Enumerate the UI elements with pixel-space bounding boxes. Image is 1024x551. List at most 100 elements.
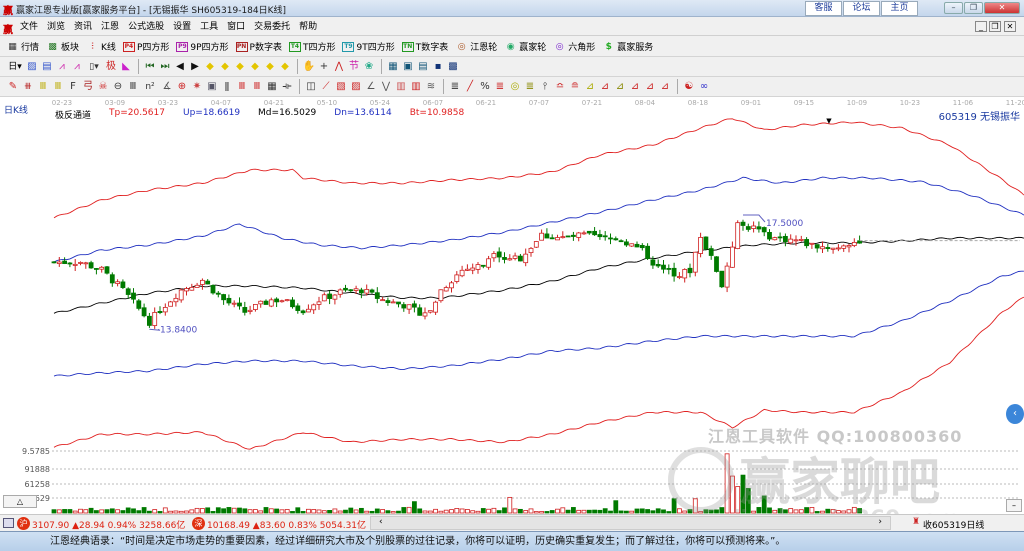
angle-button[interactable]: ∡: [160, 80, 174, 94]
hand-button[interactable]: ✋: [302, 60, 316, 74]
target-button[interactable]: ⊕: [175, 80, 189, 94]
mdi-minimize-button[interactable]: _: [975, 21, 987, 32]
menu-item[interactable]: 窗口: [227, 22, 245, 32]
dollar-button[interactable]: $ 赢家服务: [602, 40, 654, 54]
extreme-channel-button[interactable]: 极: [104, 60, 118, 74]
p9-button[interactable]: P9 9P四方形: [176, 40, 229, 53]
tool-j-button[interactable]: ⊿: [613, 80, 627, 94]
section-button[interactable]: 节: [347, 60, 361, 74]
angle2-button[interactable]: ∠: [364, 80, 378, 94]
zoom-all-button[interactable]: ◆: [263, 60, 277, 74]
zoom-h2-button[interactable]: ◆: [248, 60, 262, 74]
expand-panel-button[interactable]: △: [3, 495, 37, 508]
cycle2-button[interactable]: Ⅲ: [235, 80, 249, 94]
scroll-right-icon[interactable]: ›: [878, 517, 882, 527]
mdi-close-button[interactable]: ✕: [1004, 21, 1016, 32]
span-button[interactable]: ⟛: [280, 80, 294, 94]
calculator-icon[interactable]: [3, 518, 14, 528]
tool-a-button[interactable]: ≣: [448, 80, 462, 94]
menu-item[interactable]: 交易委托: [254, 22, 290, 32]
tool-g-button[interactable]: ≘: [568, 80, 582, 94]
yinyang-button[interactable]: ☯: [682, 80, 696, 94]
circle-tool-button[interactable]: ⊖: [111, 80, 125, 94]
vline-button[interactable]: ⋁: [379, 80, 393, 94]
gold-button[interactable]: ◎: [508, 80, 522, 94]
period-day-button[interactable]: 日▾: [6, 60, 24, 74]
sector-button[interactable]: ▩ 板块: [46, 40, 79, 54]
infinity-button[interactable]: ∞: [697, 80, 711, 94]
shenzhen-index[interactable]: 10168.49 ▲83.60 0.83% 5054.31亿: [207, 518, 366, 531]
line-tool-3-button[interactable]: Ⅲ: [51, 80, 65, 94]
menu-item[interactable]: 资讯: [74, 22, 92, 32]
menu-item[interactable]: 浏览: [47, 22, 65, 32]
fan2-button[interactable]: ≋: [424, 80, 438, 94]
tool-c-button[interactable]: ≣: [493, 80, 507, 94]
line-tool-2-button[interactable]: Ⅲ: [36, 80, 50, 94]
pen-button[interactable]: ✎: [6, 80, 20, 94]
pn-button[interactable]: PN P数字表: [235, 40, 282, 53]
gann-box2-button[interactable]: ▨: [349, 80, 363, 94]
calculator-button[interactable]: ▣: [401, 60, 415, 74]
gann-wheel-button[interactable]: ◎ 江恩轮: [455, 40, 497, 54]
indicator2-button[interactable]: ⩘: [70, 60, 84, 74]
box-button[interactable]: ▣: [205, 80, 219, 94]
zoom-h-button[interactable]: ◆: [233, 60, 247, 74]
fib-button[interactable]: F: [66, 80, 80, 94]
star-button[interactable]: ✷: [190, 80, 204, 94]
left-button[interactable]: ◀: [173, 60, 187, 74]
horizontal-scrollbar[interactable]: ‹ ›: [370, 516, 891, 530]
tool-e-button[interactable]: ⫯: [538, 80, 552, 94]
forum-button[interactable]: 论坛: [843, 1, 880, 16]
shanghai-index[interactable]: 3107.90 ▲28.94 0.94% 3258.66亿: [32, 518, 185, 531]
cycle-button[interactable]: ǁ: [220, 80, 234, 94]
zoom-down-button[interactable]: ◆: [218, 60, 232, 74]
scroll-left-icon[interactable]: ‹: [379, 517, 383, 527]
doc-button[interactable]: ▤: [40, 60, 54, 74]
menu-item[interactable]: 设置: [173, 22, 191, 32]
grid2-button[interactable]: ▥: [394, 80, 408, 94]
trend-button[interactable]: ⋀: [332, 60, 346, 74]
calendar-button[interactable]: ▦: [386, 60, 400, 74]
draw-button[interactable]: ▨: [25, 60, 39, 74]
tool-h-button[interactable]: ⊿: [583, 80, 597, 94]
side-expand-button[interactable]: ‹: [1006, 404, 1024, 424]
close-button[interactable]: ✕: [984, 2, 1020, 14]
gann-box-button[interactable]: ▧: [334, 80, 348, 94]
zoom-v-button[interactable]: ◆: [278, 60, 292, 74]
p4-button[interactable]: P4 P四方形: [122, 40, 169, 53]
line-tool-1-button[interactable]: ⧻: [21, 80, 35, 94]
tool-k-button[interactable]: ⊿: [628, 80, 642, 94]
collapse-panel-button[interactable]: –: [1006, 499, 1022, 512]
zoom-up-button[interactable]: ◆: [203, 60, 217, 74]
grid-button[interactable]: ▦: [265, 80, 279, 94]
tool-m-button[interactable]: ⊿: [658, 80, 672, 94]
n2-button[interactable]: n²: [141, 80, 159, 94]
fan-button[interactable]: ⟋: [319, 80, 333, 94]
t9-button[interactable]: T9 9T四方形: [342, 40, 395, 53]
save-button[interactable]: ▪: [431, 60, 445, 74]
tool-l-button[interactable]: ⊿: [643, 80, 657, 94]
kline-button[interactable]: ⫶ K线: [86, 40, 116, 54]
minimize-button[interactable]: –: [944, 2, 963, 14]
cycle3-button[interactable]: Ⅲ: [250, 80, 264, 94]
kline-chart[interactable]: 02-23 03-09 03-23 04-07 04-21 05-10 05-24 06-07…: [0, 97, 1024, 532]
menu-item[interactable]: 文件: [20, 22, 38, 32]
hexagon-button[interactable]: ◎ 六角形: [553, 40, 595, 54]
tool-b-button[interactable]: ╱: [463, 80, 477, 94]
t4-button[interactable]: T4 T四方形: [288, 40, 335, 53]
right-button[interactable]: ▶: [188, 60, 202, 74]
tool-d-button[interactable]: ≣: [523, 80, 537, 94]
candle-button[interactable]: ▯▾: [85, 60, 103, 74]
percent-button[interactable]: %: [478, 80, 492, 94]
line-tool-8-button[interactable]: Ⅲ: [126, 80, 140, 94]
line-tool-6-button[interactable]: ☠: [96, 80, 110, 94]
homepage-button[interactable]: 主页: [881, 1, 918, 16]
grid3-button[interactable]: ▥: [409, 80, 423, 94]
last-button[interactable]: ⏭: [158, 60, 172, 74]
tool-f-button[interactable]: ≏: [553, 80, 567, 94]
mdi-restore-button[interactable]: ❐: [989, 21, 1001, 32]
first-button[interactable]: ⏮: [143, 60, 157, 74]
line-tool-5-button[interactable]: 弓: [81, 80, 95, 94]
restore-button[interactable]: ❐: [964, 2, 983, 14]
tn-button[interactable]: TN T数字表: [401, 40, 448, 53]
